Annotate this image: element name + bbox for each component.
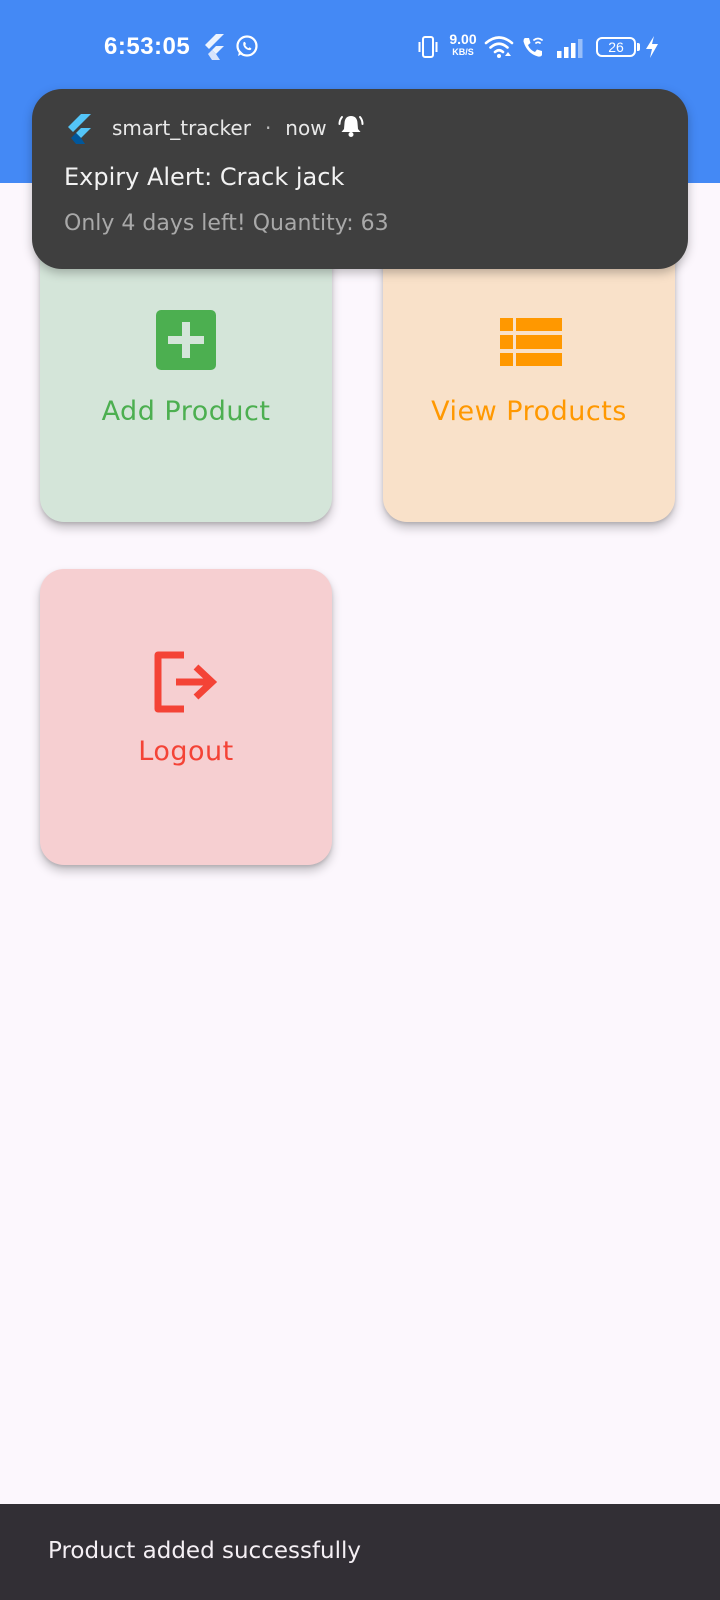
logout-tile[interactable]: Logout [40,569,332,865]
logout-icon [152,651,220,717]
add-box-icon [156,310,216,374]
snackbar: Product added successfully [0,1504,720,1600]
notification-header: smart_tracker · now [112,116,327,140]
notification-separator: · [264,116,272,140]
wifi-icon [484,35,514,63]
status-time: 6:53:05 [104,33,191,60]
battery-icon: 26 [596,37,640,57]
network-speed-value: 9.00 [449,31,477,47]
whatsapp-icon [235,34,259,62]
network-speed-unit: KB/S [452,47,474,57]
view-products-tile[interactable]: View Products [383,226,675,522]
snackbar-message: Product added successfully [48,1538,362,1564]
logout-label: Logout [138,736,234,767]
flutter-icon [66,114,92,148]
alarm-bell-icon [338,113,364,143]
signal-icon [557,38,585,62]
notification-time: now [285,116,327,140]
vibrate-icon [416,36,440,62]
view-list-icon [500,318,562,370]
add-product-label: Add Product [101,396,271,427]
add-product-tile[interactable]: Add Product [40,226,332,522]
charging-icon [645,36,659,62]
expiry-notification[interactable]: smart_tracker · now Expiry Alert: Crack ja… [32,89,688,269]
notification-body: Only 4 days left! Quantity: 63 [64,211,389,236]
view-products-label: View Products [431,396,627,427]
status-bar: 6:53:05 9.00 KB/S 26 [0,0,720,96]
network-speed: 9.00 KB/S [446,31,480,58]
wifi-calling-icon [521,35,545,63]
flutter-icon [203,34,225,64]
notification-title: Expiry Alert: Crack jack [64,163,345,191]
notification-app-name: smart_tracker [112,116,251,140]
